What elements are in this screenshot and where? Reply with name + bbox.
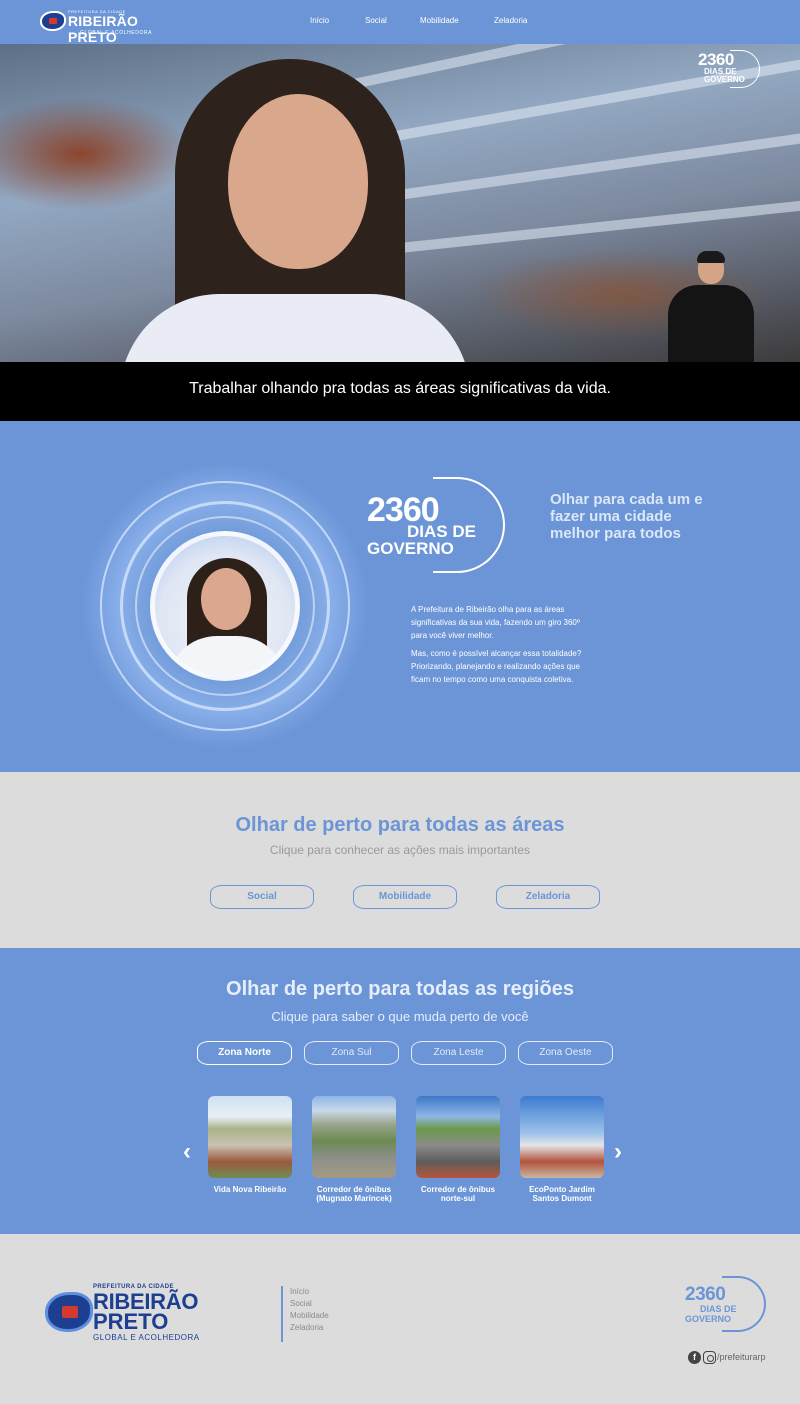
about-intro: A Prefeitura de Ribeirão olha para as ár…: [411, 603, 591, 686]
footer-nav-social[interactable]: Social: [290, 1298, 329, 1310]
regions-subtitle: Clique para saber o que muda perto de vo…: [271, 1009, 529, 1024]
footer-logo[interactable]: PREFEITURA DA CIDADE RIBEIRÃO PRETO GLOB…: [45, 1284, 210, 1344]
badge-ring: [433, 477, 505, 573]
footer-2360-badge: 2360 DIAS DE GOVERNO: [685, 1276, 767, 1332]
city-flag-icon: [40, 11, 66, 31]
facebook-icon[interactable]: f: [688, 1351, 701, 1364]
nav-social[interactable]: Social: [365, 16, 387, 25]
site-footer: PREFEITURA DA CIDADE RIBEIRÃO PRETO GLOB…: [0, 1234, 800, 1404]
nav-mobilidade[interactable]: Mobilidade: [420, 16, 459, 25]
card-label: Vida Nova Ribeirão: [213, 1185, 287, 1194]
footer-nav-mobilidade[interactable]: Mobilidade: [290, 1310, 329, 1322]
header-logo[interactable]: PREFEITURA DA CIDADE RIBEIRÃO PRETO GLOB…: [40, 9, 170, 45]
chevron-left-icon[interactable]: ‹: [183, 1138, 191, 1166]
zone-tab-leste[interactable]: Zona Leste: [411, 1041, 506, 1065]
badge-ring: [722, 1276, 766, 1332]
regions-section: Olhar de perto para todas as regiões Cli…: [0, 948, 800, 1234]
areas-subtitle: Clique para conhecer as ações mais impor…: [269, 843, 531, 857]
site-header: PREFEITURA DA CIDADE RIBEIRÃO PRETO GLOB…: [0, 0, 800, 45]
regions-title: Olhar de perto para todas as regiões: [226, 978, 574, 1000]
areas-section: Olhar de perto para todas as áreas Cliqu…: [0, 772, 800, 948]
area-button-zeladoria[interactable]: Zeladoria: [496, 885, 600, 909]
card-image: [312, 1096, 396, 1178]
hero-2360-badge: 2360 DIAS DE GOVERNO: [698, 50, 760, 90]
orb-portrait: [150, 531, 300, 681]
pergola-beam: [389, 199, 800, 254]
social-handle[interactable]: /prefeiturarp: [717, 1352, 766, 1362]
instagram-icon[interactable]: [703, 1351, 716, 1364]
2360-badge: 2360 DIAS DE GOVERNO: [367, 477, 512, 577]
about-section: [0, 421, 800, 772]
hero-person-shirt: [120, 294, 470, 362]
interpreter-hair: [697, 251, 725, 263]
logo-name: RIBEIRÃO PRETO: [68, 13, 139, 45]
card-label: Corredor de ônibus (Mugnato Marincek): [316, 1185, 392, 1203]
card-label: EcoPonto Jardim Santos Dumont: [529, 1185, 595, 1203]
card-image: [416, 1096, 500, 1178]
interpreter-body: [668, 285, 754, 362]
nav-zeladoria[interactable]: Zeladoria: [494, 16, 527, 25]
nav-inicio[interactable]: Início: [310, 16, 329, 25]
city-flag-icon: [45, 1292, 93, 1332]
hero-caption: Trabalhar olhando pra todas as áreas sig…: [189, 380, 611, 397]
card-image: [520, 1096, 604, 1178]
region-card[interactable]: EcoPonto Jardim Santos Dumont: [520, 1096, 604, 1203]
sign-language-interpreter: [668, 249, 754, 362]
chevron-right-icon[interactable]: ›: [614, 1138, 622, 1166]
pergola-beam: [369, 131, 800, 204]
hero-video[interactable]: 2360 DIAS DE GOVERNO: [0, 44, 800, 362]
area-button-mobilidade[interactable]: Mobilidade: [353, 885, 457, 909]
footer-nav-zeladoria[interactable]: Zeladoria: [290, 1322, 329, 1334]
area-button-social[interactable]: Social: [210, 885, 314, 909]
intro-paragraph: A Prefeitura de Ribeirão olha para as ár…: [411, 605, 580, 640]
intro-paragraph: Mas, como é possível alcançar essa total…: [411, 649, 582, 684]
hero-person-face: [228, 94, 368, 269]
zone-tab-sul[interactable]: Zona Sul: [304, 1041, 399, 1065]
logo-tagline: GLOBAL E ACOLHEDORA: [80, 30, 153, 36]
areas-title: Olhar de perto para todas as áreas: [235, 814, 565, 836]
footer-nav-inicio[interactable]: Início: [290, 1286, 329, 1298]
footer-nav: Início Social Mobilidade Zeladoria: [281, 1286, 329, 1342]
footer-logo-line2: PRETO: [93, 1309, 169, 1334]
card-label: Corredor de ônibus norte-sul: [420, 1185, 496, 1203]
zone-tab-norte[interactable]: Zona Norte: [197, 1041, 292, 1065]
hero-orb-image: [80, 461, 370, 751]
region-card[interactable]: Vida Nova Ribeirão: [208, 1096, 292, 1194]
portrait-face: [201, 568, 251, 630]
about-tagline: Olhar para cada um e fazer uma cidade me…: [550, 491, 703, 542]
portrait-shirt: [167, 636, 287, 676]
badge-number: 2360: [685, 1284, 726, 1305]
region-card[interactable]: Corredor de ônibus norte-sul: [416, 1096, 500, 1203]
region-card[interactable]: Corredor de ônibus (Mugnato Marincek): [312, 1096, 396, 1203]
footer-logo-tagline: GLOBAL E ACOLHEDORA: [93, 1333, 200, 1342]
hero-caption-bar: Trabalhar olhando pra todas as áreas sig…: [0, 362, 800, 421]
card-image: [208, 1096, 292, 1178]
zone-tab-oeste[interactable]: Zona Oeste: [518, 1041, 613, 1065]
